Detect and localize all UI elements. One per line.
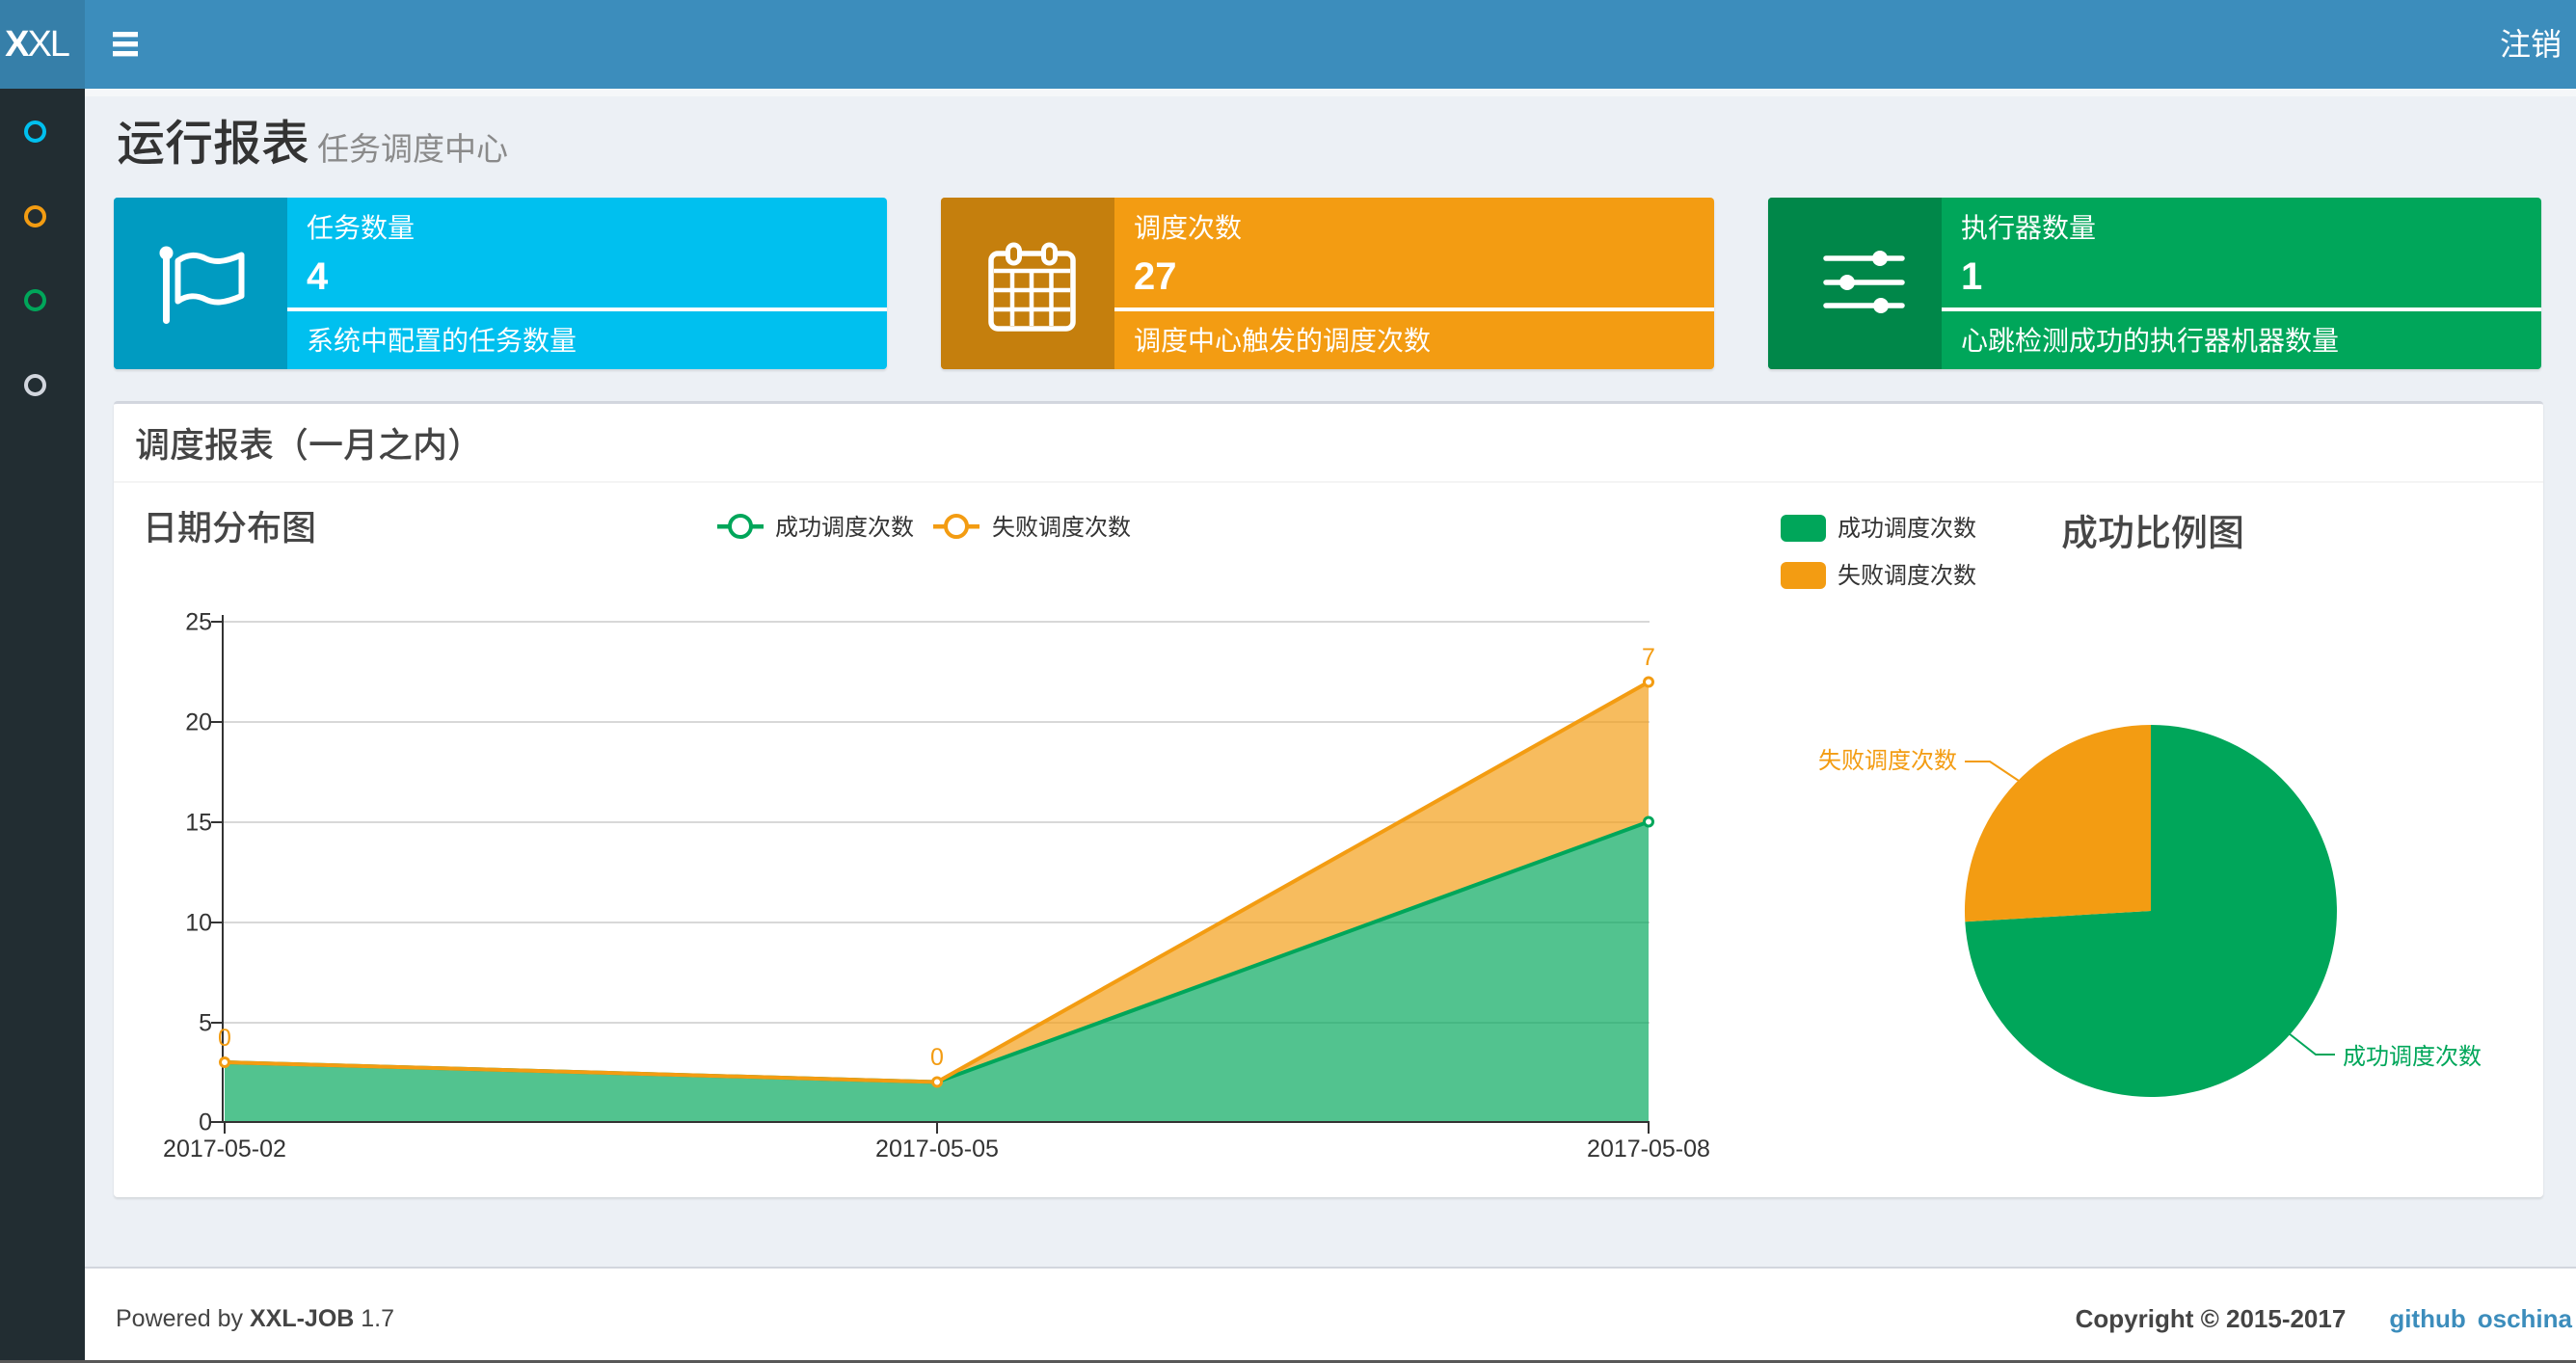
svg-text:25: 25 <box>185 609 212 636</box>
svg-text:失败调度次数: 失败调度次数 <box>1818 748 1957 774</box>
svg-text:20: 20 <box>185 709 212 736</box>
svg-text:10: 10 <box>185 910 212 937</box>
svg-text:失败调度次数: 失败调度次数 <box>1838 563 1976 589</box>
svg-text:成功调度次数: 成功调度次数 <box>1838 516 1976 542</box>
svg-text:2017-05-02: 2017-05-02 <box>163 1136 286 1163</box>
svg-text:日期分布图: 日期分布图 <box>143 508 316 548</box>
svg-text:成功调度次数: 成功调度次数 <box>2343 1044 2482 1070</box>
svg-text:成功调度次数: 成功调度次数 <box>775 515 914 541</box>
svg-text:7: 7 <box>1642 644 1655 671</box>
svg-text:成功比例图: 成功比例图 <box>2061 514 2244 554</box>
svg-text:0: 0 <box>930 1044 944 1071</box>
svg-text:0: 0 <box>218 1025 231 1052</box>
svg-text:15: 15 <box>185 810 212 837</box>
svg-text:2017-05-05: 2017-05-05 <box>875 1136 999 1163</box>
svg-text:2017-05-08: 2017-05-08 <box>1587 1136 1710 1163</box>
svg-text:5: 5 <box>199 1010 212 1037</box>
svg-text:0: 0 <box>199 1109 212 1136</box>
svg-text:失败调度次数: 失败调度次数 <box>992 515 1131 541</box>
